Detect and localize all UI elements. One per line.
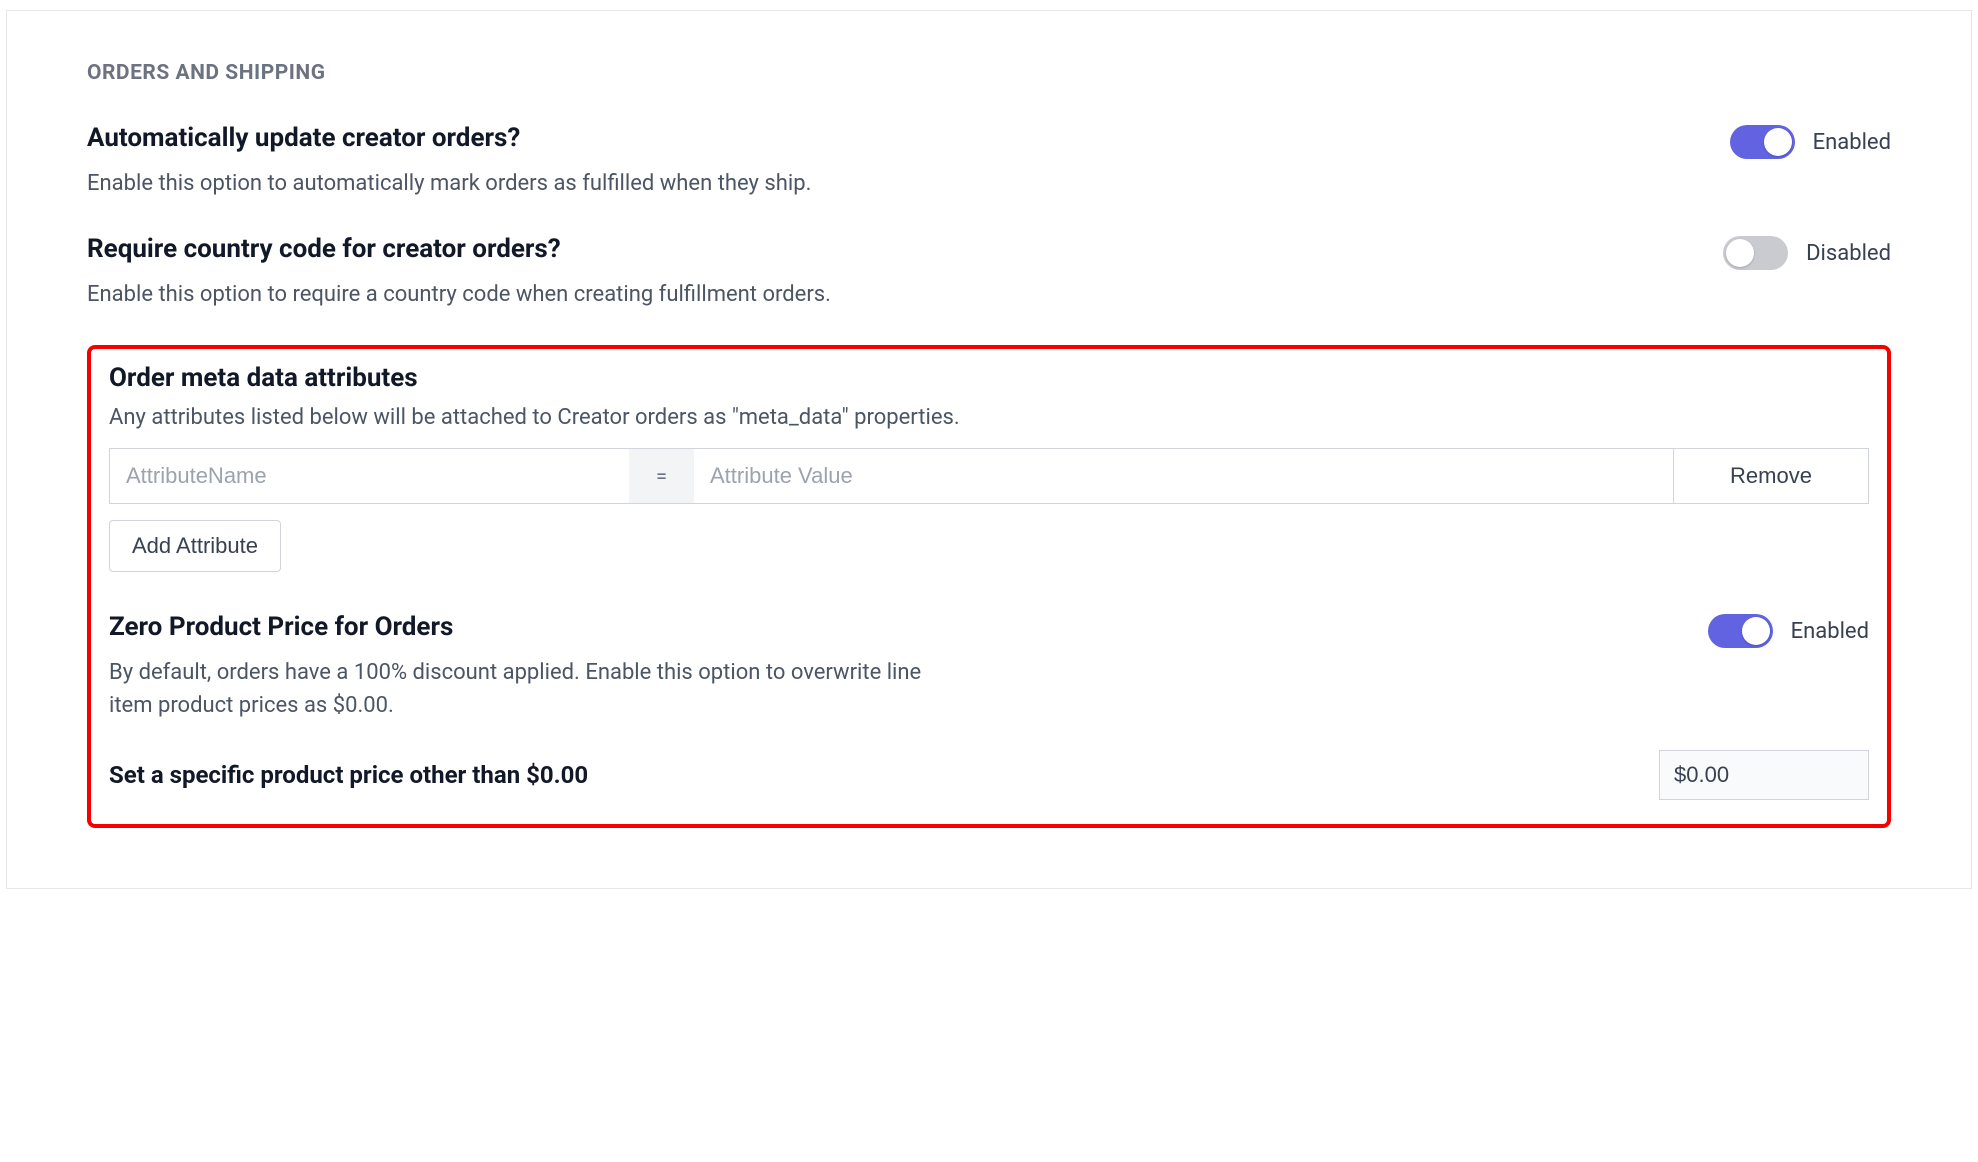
toggle-state-label: Enabled [1813,130,1891,155]
settings-panel: ORDERS AND SHIPPING Automatically update… [6,10,1972,889]
setting-desc: Enable this option to require a country … [87,278,1007,311]
meta-title: Order meta data attributes [109,363,1869,393]
toggle-zero-price[interactable] [1708,614,1773,648]
attribute-name-input[interactable] [109,448,629,504]
toggle-knob [1742,617,1770,645]
setting-zero-price: Zero Product Price for Orders By default… [109,612,1869,722]
setting-title: Automatically update creator orders? [87,123,1007,153]
setting-desc: By default, orders have a 100% discount … [109,656,969,722]
section-heading: ORDERS AND SHIPPING [87,61,1891,85]
toggle-wrap: Enabled [1730,125,1891,159]
price-title: Set a specific product price other than … [109,761,588,789]
toggle-auto-update[interactable] [1730,125,1795,159]
setting-require-country: Require country code for creator orders?… [87,234,1891,311]
highlight-annotation-box: Order meta data attributes Any attribute… [87,345,1891,828]
add-attribute-button[interactable]: Add Attribute [109,520,281,572]
attribute-value-input[interactable] [694,448,1673,504]
equals-icon: = [629,448,694,504]
toggle-knob [1764,128,1792,156]
setting-desc: Enable this option to automatically mark… [87,167,1007,200]
setting-specific-price: Set a specific product price other than … [109,750,1869,800]
toggle-state-label: Enabled [1791,619,1869,644]
attribute-row: = Remove [109,448,1869,504]
toggle-state-label: Disabled [1806,241,1891,266]
toggle-knob [1726,239,1754,267]
remove-attribute-button[interactable]: Remove [1673,448,1869,504]
toggle-wrap: Disabled [1723,236,1891,270]
specific-price-input[interactable] [1659,750,1869,800]
setting-text: Automatically update creator orders? Ena… [87,123,1007,200]
toggle-require-country[interactable] [1723,236,1788,270]
settings-card: ORDERS AND SHIPPING Automatically update… [37,21,1941,858]
setting-text: Zero Product Price for Orders By default… [109,612,969,722]
setting-auto-update: Automatically update creator orders? Ena… [87,123,1891,200]
setting-title: Require country code for creator orders? [87,234,1007,264]
meta-desc: Any attributes listed below will be atta… [109,405,1869,430]
setting-text: Require country code for creator orders?… [87,234,1007,311]
setting-title: Zero Product Price for Orders [109,612,969,642]
toggle-wrap: Enabled [1708,614,1869,648]
